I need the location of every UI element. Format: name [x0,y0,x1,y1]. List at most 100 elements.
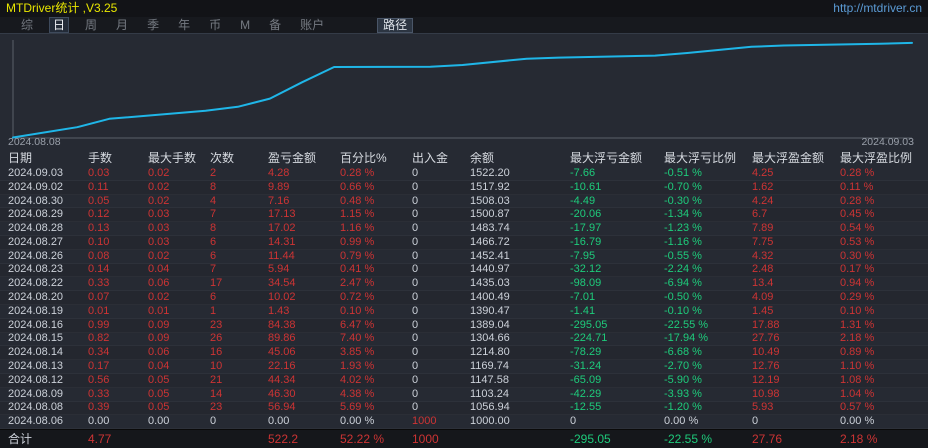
x-axis-end-label: 2024.09.03 [861,136,914,148]
table-cell: 2024.08.14 [8,346,88,359]
table-cell: 0.45 % [840,208,928,221]
table-cell: -0.10 % [664,305,752,318]
table-cell: 84.38 [268,319,340,332]
table-cell: 0.82 [88,332,148,345]
table-cell: 0 [412,346,470,359]
app-title: MTDriver统计 ,V3.25 [6,0,117,17]
table-cell: 0 [412,305,470,318]
table-cell: 4.02 % [340,374,412,387]
table-row[interactable]: 2024.08.220.330.061734.542.47 %01435.03-… [0,277,928,291]
column-header: 最大手数 [148,152,210,165]
column-header: 最大浮亏比例 [664,152,752,165]
menu-tab-5[interactable]: 年 [175,18,193,32]
table-row[interactable]: 2024.08.160.990.092384.386.47 %01389.04-… [0,319,928,333]
menu-tab-4[interactable]: 季 [144,18,162,32]
table-cell: 7.75 [752,236,840,249]
table-row[interactable]: 2024.08.150.820.092689.867.40 %01304.66-… [0,333,928,347]
table-row[interactable]: 2024.08.290.120.03717.131.15 %01500.87-2… [0,208,928,222]
menu-bar: 综日周月季年币M备账户 路径 [0,17,928,33]
table-cell: 1000.00 [470,415,570,428]
table-cell: 0.48 % [340,195,412,208]
table-cell: 0.00 [268,415,340,428]
table-cell: 2024.08.16 [8,319,88,332]
table-row[interactable]: 2024.08.090.330.051446.304.38 %01103.24-… [0,388,928,402]
table-row[interactable]: 2024.08.270.100.03614.310.99 %01466.72-1… [0,236,928,250]
column-header: 余额 [470,152,570,165]
menu-tab-0[interactable]: 综 [18,18,36,32]
table-row[interactable]: 2024.08.280.130.03817.021.16 %01483.74-1… [0,222,928,236]
table-row[interactable]: 2024.08.080.390.052356.945.69 %01056.94-… [0,402,928,416]
table-cell: -20.06 [570,208,664,221]
table-cell: 0.04 [148,360,210,373]
table-row[interactable]: 2024.08.060.000.0000.000.00 %10001000.00… [0,415,928,429]
stats-table: 日期手数最大手数次数盈亏金额百分比%出入金余额最大浮亏金额最大浮亏比例最大浮盈金… [0,148,928,448]
table-cell: 0 [570,415,664,428]
table-cell: 522.2 [268,433,340,446]
table-cell: 6.7 [752,208,840,221]
table-cell: -6.94 % [664,277,752,290]
table-cell: 0.04 [148,263,210,276]
table-cell: 1214.80 [470,346,570,359]
table-cell: 0 [412,374,470,387]
column-header: 手数 [88,152,148,165]
table-cell: 7.89 [752,222,840,235]
table-cell: 0.99 % [340,236,412,249]
path-button[interactable]: 路径 [377,18,413,33]
table-row[interactable]: 2024.09.030.030.0224.280.28 %01522.20-7.… [0,167,928,181]
table-row[interactable]: 2024.08.190.010.0111.430.10 %01390.47-1.… [0,305,928,319]
table-cell: 0.03 [88,167,148,180]
column-header: 日期 [8,152,88,165]
table-cell: 0.09 [148,332,210,345]
menu-tab-7[interactable]: M [237,18,253,32]
table-row[interactable]: 2024.08.230.140.0475.940.41 %01440.97-32… [0,264,928,278]
table-row[interactable]: 2024.08.260.080.02611.440.79 %01452.41-7… [0,250,928,264]
table-row[interactable]: 2024.08.200.070.02610.020.72 %01400.49-7… [0,291,928,305]
table-row[interactable]: 2024.08.120.560.052144.344.02 %01147.58-… [0,374,928,388]
table-cell: 2024.09.03 [8,167,88,180]
menu-tab-6[interactable]: 币 [206,18,224,32]
table-cell: 0 [412,250,470,263]
table-cell: 1483.74 [470,222,570,235]
table-cell: -3.93 % [664,388,752,401]
table-cell: 0.06 [148,346,210,359]
table-cell: -2.70 % [664,360,752,373]
table-cell: 2024.08.22 [8,277,88,290]
table-cell: 0.17 % [840,263,928,276]
app-url-link[interactable]: http://mtdriver.cn [833,0,922,17]
table-cell: 0 [412,291,470,304]
table-cell: 0.00 % [340,415,412,428]
table-cell: 0.05 [88,195,148,208]
table-cell: 5.94 [268,263,340,276]
table-cell: 0.11 [88,181,148,194]
table-cell: 1 [210,305,268,318]
table-cell: 2024.08.08 [8,401,88,414]
table-cell: 0 [412,360,470,373]
total-row: 合计4.77522.252.22 %1000-295.05-22.55 %27.… [0,430,928,448]
menu-tab-1[interactable]: 日 [49,17,69,33]
table-cell: 7.40 % [340,332,412,345]
table-cell: 10.98 [752,388,840,401]
table-cell: 6 [210,236,268,249]
table-cell: 0.10 [88,236,148,249]
table-cell: 17 [210,277,268,290]
menu-tab-2[interactable]: 周 [82,18,100,32]
table-cell: 0.02 [148,291,210,304]
table-row[interactable]: 2024.08.130.170.041022.161.93 %01169.74-… [0,360,928,374]
table-cell: 0 [412,167,470,180]
table-cell: 0.33 [88,388,148,401]
menu-tab-8[interactable]: 备 [266,18,284,32]
table-cell: 0 [412,208,470,221]
menu-tab-3[interactable]: 月 [113,18,131,32]
menu-tab-9[interactable]: 账户 [297,18,327,32]
table-row[interactable]: 2024.08.300.050.0247.160.48 %01508.03-4.… [0,195,928,209]
table-cell: 0.02 [148,195,210,208]
table-cell: 0 [412,332,470,345]
table-row[interactable]: 2024.08.140.340.061645.063.85 %01214.80-… [0,346,928,360]
table-cell: 0.05 [148,374,210,387]
table-body: 2024.09.030.030.0224.280.28 %01522.20-7.… [0,167,928,429]
table-cell: 0.13 [88,222,148,235]
table-row[interactable]: 2024.09.020.110.0289.890.66 %01517.92-10… [0,181,928,195]
table-cell: 17.13 [268,208,340,221]
table-cell: 4.77 [88,433,148,446]
table-cell: 0.79 % [340,250,412,263]
